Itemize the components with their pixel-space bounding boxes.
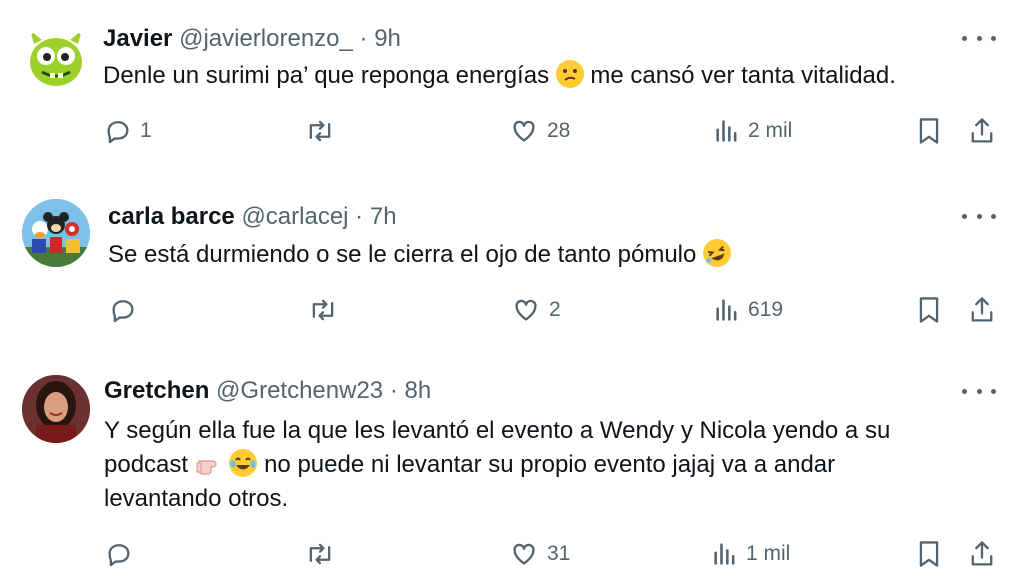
- retweet-button[interactable]: [307, 293, 347, 327]
- reply-icon: [108, 544, 130, 567]
- share-button[interactable]: [968, 293, 996, 327]
- like-button[interactable]: 28: [509, 114, 570, 148]
- views-chart-icon: [716, 299, 737, 321]
- pointing-hand-emoji-icon: [195, 449, 223, 477]
- tweet-header: carla barce @carlacej · 7h: [108, 202, 397, 232]
- tweet-text-part: Se está durmiendo o se le cierra el ojo …: [108, 241, 697, 268]
- bookmark-icon: [919, 297, 939, 323]
- bookmark-icon: [919, 118, 939, 144]
- share-button[interactable]: [968, 537, 996, 571]
- display-name[interactable]: Gretchen: [104, 377, 209, 404]
- avatar[interactable]: [22, 375, 90, 443]
- avatar[interactable]: [22, 24, 90, 92]
- retweet-button[interactable]: [304, 537, 344, 571]
- woman-portrait-avatar-icon: [22, 375, 90, 443]
- bookmark-button[interactable]: [916, 114, 942, 148]
- dot-icon: [991, 35, 996, 41]
- dot-icon: [962, 388, 967, 394]
- views-count: 2 mil: [748, 119, 793, 142]
- timestamp[interactable]: 7h: [370, 203, 397, 230]
- timestamp[interactable]: 9h: [374, 25, 401, 52]
- tweet[interactable]: Gretchen @Gretchenw23 · 8h Y según ella …: [0, 360, 1024, 580]
- tweet-actions: 31 1 mil: [0, 537, 1024, 571]
- tweet-text: Se está durmiendo o se le cierra el ojo …: [108, 235, 735, 272]
- retweet-icon: [309, 543, 331, 565]
- views-button[interactable]: 1 mil: [712, 537, 790, 571]
- separator-dot: ·: [355, 203, 364, 230]
- bookmark-button[interactable]: [916, 293, 942, 327]
- like-count: 2: [549, 298, 561, 321]
- bookmark-icon: [919, 541, 939, 567]
- like-count: 31: [547, 542, 571, 565]
- tweet-text-part: podcast: [104, 451, 189, 478]
- reply-button[interactable]: [109, 293, 145, 327]
- reply-count: 1: [140, 119, 152, 142]
- heart-icon: [515, 299, 537, 321]
- rolling-laughing-emoji-icon: [699, 235, 735, 271]
- share-icon: [971, 541, 993, 566]
- dot-icon: [976, 388, 982, 394]
- share-button[interactable]: [968, 114, 996, 148]
- views-count: 1 mil: [746, 542, 791, 565]
- more-options-button[interactable]: [962, 206, 996, 226]
- reply-icon: [107, 121, 129, 144]
- like-button[interactable]: 2: [511, 293, 561, 327]
- reply-icon: [112, 300, 134, 323]
- reply-button[interactable]: 1: [104, 114, 152, 148]
- retweet-button[interactable]: [304, 114, 344, 148]
- tweet-text: Denle un surimi pa’ que reponga energías…: [103, 59, 896, 93]
- monster-avatar-icon: [22, 24, 90, 92]
- user-handle[interactable]: @carlacej: [241, 203, 348, 230]
- views-button[interactable]: 2 mil: [714, 114, 792, 148]
- tweet-text-line: podcast no puede ni levantar su propio e…: [104, 448, 994, 482]
- dot-icon: [976, 213, 982, 219]
- timestamp[interactable]: 8h: [405, 377, 432, 404]
- cartoon-characters-avatar-icon: [22, 199, 90, 267]
- tears-of-joy-emoji-icon: [229, 449, 258, 477]
- retweet-icon: [312, 299, 334, 321]
- tweet-text-line: levantando otros.: [104, 485, 289, 512]
- user-handle[interactable]: @Gretchenw23: [216, 377, 383, 404]
- views-button[interactable]: 619: [714, 293, 783, 327]
- confused-face-emoji-icon: [555, 60, 584, 88]
- like-count: 28: [547, 119, 571, 142]
- more-options-button[interactable]: [962, 381, 996, 401]
- tweet-actions: 1 28 2 mil: [0, 114, 1024, 148]
- tweet-text-part: no puede ni levantar su propio evento ja…: [264, 451, 836, 478]
- dot-icon: [976, 35, 982, 41]
- tweet[interactable]: Javier @javierlorenzo_ · 9h Denle un sur…: [0, 0, 1024, 180]
- dot-icon: [991, 388, 996, 394]
- more-options-button[interactable]: [962, 28, 996, 48]
- tweet-header: Javier @javierlorenzo_ · 9h: [103, 24, 401, 54]
- heart-icon: [513, 543, 535, 565]
- like-button[interactable]: 31: [509, 537, 570, 571]
- display-name[interactable]: carla barce: [108, 203, 235, 230]
- user-handle[interactable]: @javierlorenzo_: [179, 25, 353, 52]
- share-icon: [971, 118, 993, 143]
- dot-icon: [991, 213, 996, 219]
- separator-dot: ·: [389, 377, 398, 404]
- reply-button[interactable]: [105, 537, 141, 571]
- tweet-header: Gretchen @Gretchenw23 · 8h: [104, 376, 431, 406]
- retweet-icon: [309, 120, 331, 142]
- tweet-text-part: Denle un surimi pa’ que reponga energías: [103, 62, 550, 89]
- heart-icon: [513, 120, 535, 142]
- bookmark-button[interactable]: [916, 537, 942, 571]
- dot-icon: [962, 35, 967, 41]
- share-icon: [971, 297, 993, 322]
- views-count: 619: [748, 298, 784, 321]
- views-chart-icon: [716, 120, 737, 142]
- dot-icon: [962, 213, 967, 219]
- tweet-text-part: me cansó ver tanta vitalidad.: [590, 62, 896, 89]
- tweet[interactable]: carla barce @carlacej · 7h Se está durmi…: [0, 180, 1024, 360]
- views-chart-icon: [714, 543, 735, 565]
- display-name[interactable]: Javier: [103, 25, 172, 52]
- avatar[interactable]: [22, 199, 90, 267]
- separator-dot: ·: [359, 25, 368, 52]
- tweet-actions: 2 619: [0, 293, 1024, 327]
- tweet-text-line: Y según ella fue la que les levantó el e…: [104, 417, 891, 444]
- tweet-text: Y según ella fue la que les levantó el e…: [104, 414, 994, 516]
